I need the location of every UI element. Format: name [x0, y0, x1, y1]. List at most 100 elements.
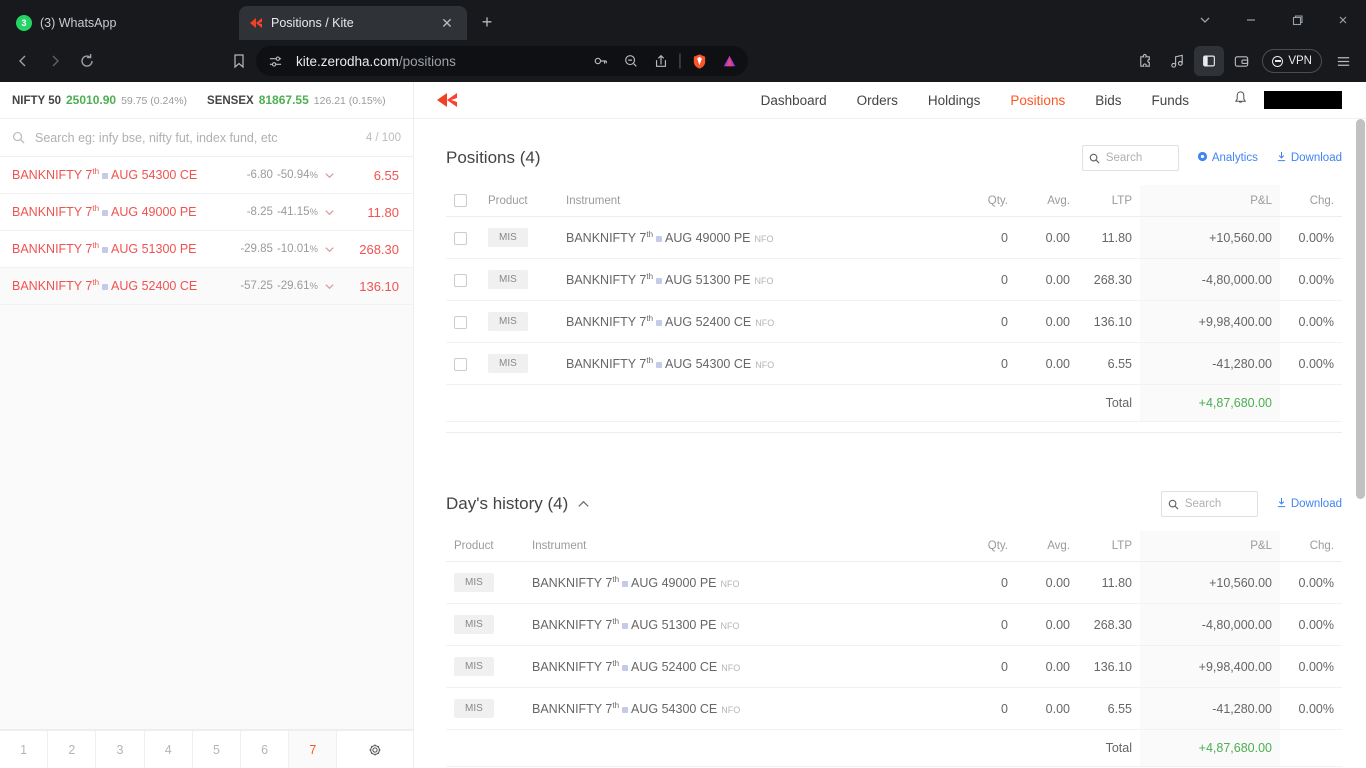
wallet-icon[interactable] — [1226, 46, 1256, 76]
password-key-icon[interactable] — [588, 48, 614, 74]
settings-gear-icon[interactable] — [337, 731, 413, 768]
forward-button[interactable] — [40, 46, 70, 76]
scrollbar-thumb[interactable] — [1356, 119, 1365, 499]
col-pnl[interactable]: P&L — [1140, 185, 1280, 217]
back-button[interactable] — [8, 46, 38, 76]
table-row[interactable]: MIS BANKNIFTY 7th AUG 54300 CE NFO 0 0.00 … — [446, 342, 1342, 385]
user-profile-redacted[interactable] — [1264, 91, 1342, 109]
brave-shields-icon[interactable] — [686, 48, 712, 74]
table-row[interactable]: MIS BANKNIFTY 7th AUG 52400 CE NFO 0 0.00 … — [446, 645, 1342, 688]
select-all-header — [446, 185, 480, 217]
col-instrument[interactable]: Instrument — [558, 185, 954, 217]
window-close-button[interactable] — [1320, 0, 1366, 40]
music-player-icon[interactable] — [1162, 46, 1192, 76]
col-instrument[interactable]: Instrument — [524, 531, 954, 562]
row-checkbox[interactable] — [454, 315, 467, 329]
table-row[interactable]: MIS BANKNIFTY 7th AUG 49000 PE NFO 0 0.00 … — [446, 561, 1342, 604]
watchlist-item[interactable]: BANKNIFTY 7th AUG 54300 CE -6.80 -50.94% … — [0, 157, 413, 194]
watchlist-page-2[interactable]: 2 — [48, 731, 97, 768]
col-chg[interactable]: Chg. — [1280, 531, 1342, 562]
ticker-sensex[interactable]: SENSEX 81867.55 126.21 (0.15%) — [207, 93, 386, 107]
address-bar[interactable]: kite.zerodha.com/positions | — [256, 46, 748, 76]
new-tab-button[interactable]: + — [473, 8, 501, 36]
vpn-button[interactable]: VPN — [1262, 49, 1322, 73]
select-all-checkbox[interactable] — [454, 194, 467, 207]
nav-holdings[interactable]: Holdings — [928, 93, 981, 108]
col-pnl[interactable]: P&L — [1140, 531, 1280, 562]
positions-download-link[interactable]: Download — [1276, 151, 1342, 165]
watchlist-page-7[interactable]: 7 — [289, 731, 338, 768]
cell-chg: 0.00% — [1280, 561, 1342, 604]
chevron-down-icon[interactable] — [324, 281, 335, 292]
days-history-search-box[interactable] — [1160, 491, 1258, 517]
analytics-link[interactable]: Analytics — [1197, 151, 1258, 165]
table-row[interactable]: MIS BANKNIFTY 7th AUG 51300 PE NFO 0 0.00 … — [446, 258, 1342, 301]
row-checkbox[interactable] — [454, 273, 467, 287]
chevron-down-icon[interactable] — [324, 170, 335, 181]
ticker-nifty50[interactable]: NIFTY 50 25010.90 59.75 (0.24%) — [12, 93, 187, 107]
col-qty[interactable]: Qty. — [954, 185, 1016, 217]
extensions-puzzle-icon[interactable] — [1130, 46, 1160, 76]
table-row[interactable]: MIS BANKNIFTY 7th AUG 49000 PE NFO 0 0.00 … — [446, 216, 1342, 259]
maximize-button[interactable] — [1274, 0, 1320, 40]
download-label: Download — [1290, 498, 1342, 510]
row-checkbox[interactable] — [454, 357, 467, 371]
site-settings-icon[interactable] — [262, 48, 288, 74]
hamburger-menu-icon[interactable] — [1328, 46, 1358, 76]
browser-tab-kite[interactable]: Positions / Kite ✕ — [239, 6, 467, 40]
kite-logo-icon[interactable] — [436, 89, 458, 111]
marketwatch-search-input[interactable] — [35, 130, 356, 145]
table-row[interactable]: MIS BANKNIFTY 7th AUG 54300 CE NFO 0 0.00 … — [446, 687, 1342, 730]
col-chg[interactable]: Chg. — [1280, 185, 1342, 217]
browser-tab-whatsapp[interactable]: (3) WhatsApp — [6, 6, 231, 40]
positions-search-input[interactable] — [1105, 152, 1172, 164]
chevron-down-icon[interactable] — [324, 244, 335, 255]
nav-positions[interactable]: Positions — [1010, 93, 1065, 108]
nav-funds[interactable]: Funds — [1151, 93, 1189, 108]
cell-chg: 0.00% — [1280, 342, 1342, 385]
days-history-search-input[interactable] — [1184, 498, 1251, 510]
positions-search-box[interactable] — [1081, 145, 1179, 171]
watchlist-page-5[interactable]: 5 — [193, 731, 242, 768]
col-qty[interactable]: Qty. — [954, 531, 1016, 562]
close-icon[interactable]: ✕ — [437, 13, 457, 33]
watchlist-page-6[interactable]: 6 — [241, 731, 290, 768]
brave-rewards-icon[interactable] — [716, 48, 742, 74]
cell-ltp: 6.55 — [1078, 342, 1140, 385]
cell-instrument: BANKNIFTY 7th AUG 51300 PE NFO — [524, 603, 954, 646]
col-product[interactable]: Product — [446, 531, 524, 562]
watchlist-item[interactable]: BANKNIFTY 7th AUG 51300 PE -29.85 -10.01%… — [0, 231, 413, 268]
chevron-down-icon[interactable] — [1182, 0, 1228, 40]
cell-instrument: BANKNIFTY 7th AUG 51300 PE NFO — [558, 258, 954, 301]
page-scrollbar[interactable] — [1356, 119, 1365, 768]
chevron-down-icon[interactable] — [324, 207, 335, 218]
col-product[interactable]: Product — [480, 185, 558, 217]
bookmark-icon[interactable] — [224, 46, 254, 76]
col-avg[interactable]: Avg. — [1016, 185, 1078, 217]
col-ltp[interactable]: LTP — [1078, 531, 1140, 562]
watchlist-page-3[interactable]: 3 — [96, 731, 145, 768]
sidebar-toggle-icon[interactable] — [1194, 46, 1225, 76]
row-checkbox[interactable] — [454, 231, 467, 245]
nav-bids[interactable]: Bids — [1095, 93, 1121, 108]
cell-product: MIS — [480, 258, 558, 301]
chevron-up-icon[interactable] — [576, 497, 591, 512]
days-history-download-link[interactable]: Download — [1276, 497, 1342, 511]
watchlist-page-1[interactable]: 1 — [0, 731, 49, 768]
cell-instrument: BANKNIFTY 7th AUG 54300 CE NFO — [558, 342, 954, 385]
zoom-out-icon[interactable] — [618, 48, 644, 74]
col-avg[interactable]: Avg. — [1016, 531, 1078, 562]
table-row[interactable]: MIS BANKNIFTY 7th AUG 51300 PE NFO 0 0.00 … — [446, 603, 1342, 646]
share-icon[interactable] — [648, 48, 674, 74]
nav-dashboard[interactable]: Dashboard — [761, 93, 827, 108]
reload-button[interactable] — [72, 46, 102, 76]
notification-bell-icon[interactable] — [1233, 90, 1248, 111]
watchlist-page-4[interactable]: 4 — [145, 731, 193, 768]
watchlist-item[interactable]: BANKNIFTY 7th AUG 49000 PE -8.25 -41.15% … — [0, 194, 413, 231]
watchlist-item[interactable]: BANKNIFTY 7th AUG 52400 CE -57.25 -29.61%… — [0, 268, 413, 305]
col-ltp[interactable]: LTP — [1078, 185, 1140, 217]
table-row[interactable]: MIS BANKNIFTY 7th AUG 52400 CE NFO 0 0.00 … — [446, 300, 1342, 343]
minimize-button[interactable] — [1228, 0, 1274, 40]
nav-orders[interactable]: Orders — [857, 93, 898, 108]
market-ticker: NIFTY 50 25010.90 59.75 (0.24%) SENSEX 8… — [0, 82, 414, 119]
